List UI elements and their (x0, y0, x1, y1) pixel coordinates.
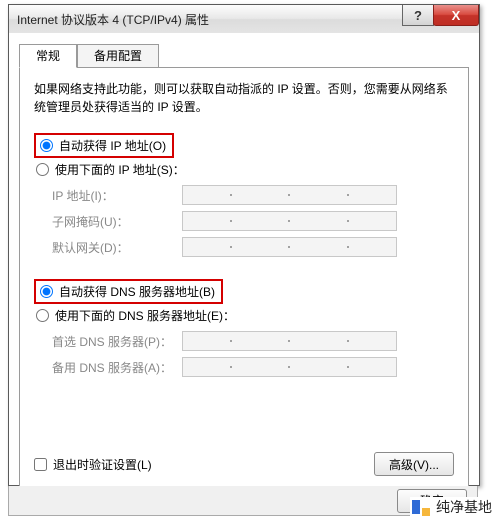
client-area: 常规备用配置 如果网络支持此功能，则可以获取自动指派的 IP 设置。否则，您需要… (9, 33, 479, 485)
close-button[interactable]: X (433, 5, 479, 26)
validate-checkbox-row: 退出时验证设置(L) (34, 456, 152, 473)
ip-manual-row: 使用下面的 IP 地址(S)： (34, 158, 454, 180)
gateway-input[interactable] (182, 237, 397, 257)
subnet-input[interactable] (182, 211, 397, 231)
window-buttons: ? X (403, 5, 479, 25)
tab-general[interactable]: 常规 (19, 44, 77, 68)
ip-group: 自动获得 IP 地址(O) 使用下面的 IP 地址(S)： IP 地址(I)： … (34, 134, 454, 260)
ip-address-label: IP 地址(I)： (52, 187, 182, 204)
dns-auto-radio[interactable] (40, 285, 53, 298)
dns-pref-row: 首选 DNS 服务器(P)： (52, 328, 454, 354)
highlight-ip-auto: 自动获得 IP 地址(O) (34, 133, 174, 158)
watermark-text: 纯净基地 (436, 497, 492, 517)
dns-group: 自动获得 DNS 服务器地址(B) 使用下面的 DNS 服务器地址(E)： 首选… (34, 280, 454, 380)
window-title: Internet 协议版本 4 (TCP/IPv4) 属性 (9, 11, 209, 28)
dns-alt-input[interactable] (182, 357, 397, 377)
advanced-button[interactable]: 高级(V)... (374, 452, 454, 476)
description-text: 如果网络支持此功能，则可以获取自动指派的 IP 设置。否则，您需要从网络系统管理… (34, 80, 454, 116)
titlebar[interactable]: Internet 协议版本 4 (TCP/IPv4) 属性 ? X (9, 5, 479, 34)
dialog-footer: 确定 (8, 486, 478, 516)
dns-pref-input[interactable] (182, 331, 397, 351)
ip-address-input[interactable] (182, 185, 397, 205)
dns-auto-label: 自动获得 DNS 服务器地址(B) (59, 283, 215, 300)
dns-auto-row: 自动获得 DNS 服务器地址(B) (34, 280, 454, 302)
tabstrip: 常规备用配置 (19, 43, 469, 67)
dialog-window: Internet 协议版本 4 (TCP/IPv4) 属性 ? X 常规备用配置… (8, 4, 480, 486)
watermark: 纯净基地 (410, 497, 494, 517)
watermark-logo-icon (412, 498, 430, 516)
dns-alt-row: 备用 DNS 服务器(A)： (52, 354, 454, 380)
dns-pref-label: 首选 DNS 服务器(P)： (52, 333, 182, 350)
help-button[interactable]: ? (402, 5, 434, 26)
subnet-label: 子网掩码(U)： (52, 213, 182, 230)
ip-auto-radio[interactable] (40, 139, 53, 152)
validate-label: 退出时验证设置(L) (53, 456, 152, 473)
tab-panel-general: 如果网络支持此功能，则可以获取自动指派的 IP 设置。否则，您需要从网络系统管理… (19, 67, 469, 489)
subnet-row: 子网掩码(U)： (52, 208, 454, 234)
ip-address-row: IP 地址(I)： (52, 182, 454, 208)
tab-alternate[interactable]: 备用配置 (77, 44, 159, 68)
ip-auto-row: 自动获得 IP 地址(O) (34, 134, 454, 156)
ip-auto-label: 自动获得 IP 地址(O) (59, 137, 166, 154)
dns-alt-label: 备用 DNS 服务器(A)： (52, 359, 182, 376)
bottom-row: 退出时验证设置(L) 高级(V)... (34, 452, 454, 476)
gateway-row: 默认网关(D)： (52, 234, 454, 260)
ip-manual-label: 使用下面的 IP 地址(S)： (55, 161, 185, 178)
dns-manual-radio[interactable] (36, 309, 49, 322)
gateway-label: 默认网关(D)： (52, 239, 182, 256)
highlight-dns-auto: 自动获得 DNS 服务器地址(B) (34, 279, 223, 304)
ip-manual-radio[interactable] (36, 163, 49, 176)
dns-manual-row: 使用下面的 DNS 服务器地址(E)： (34, 304, 454, 326)
validate-checkbox[interactable] (34, 458, 47, 471)
dns-manual-label: 使用下面的 DNS 服务器地址(E)： (55, 307, 235, 324)
